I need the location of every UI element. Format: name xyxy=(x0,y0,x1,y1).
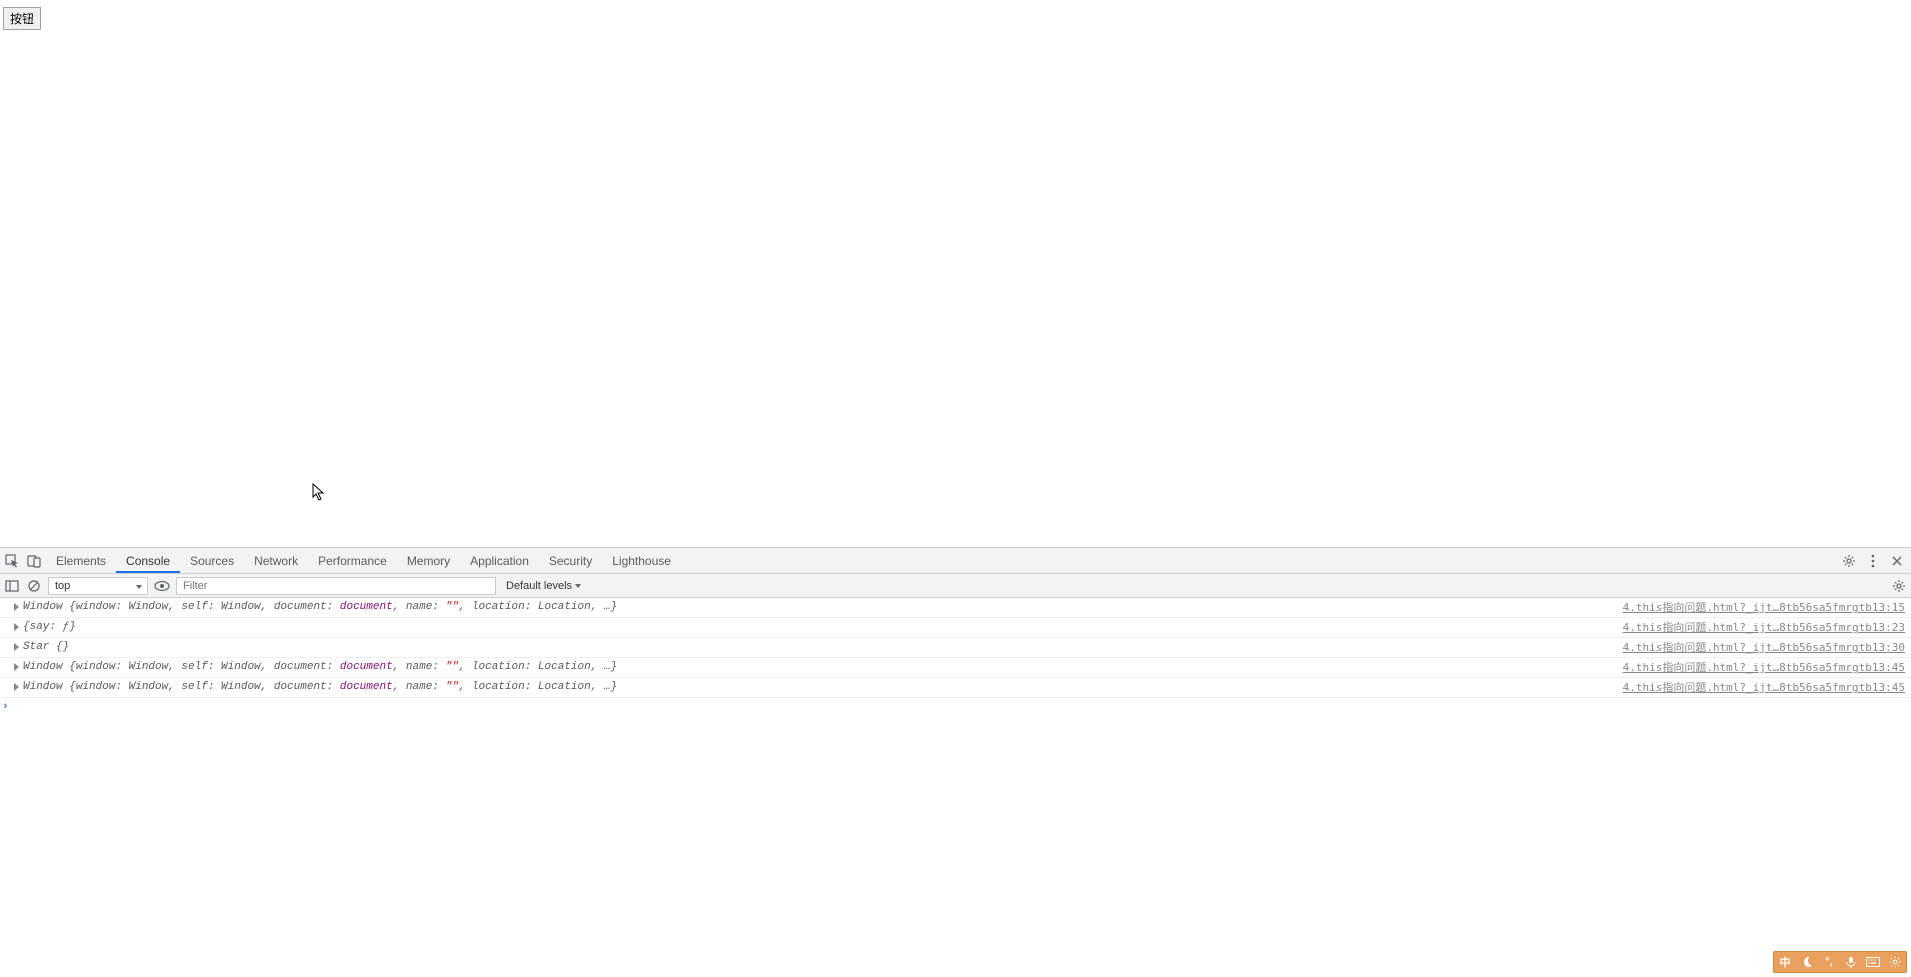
ime-punct-icon[interactable]: °, xyxy=(1821,954,1837,970)
console-message[interactable]: Window {window: Window, self: Window, do… xyxy=(14,659,1623,676)
ime-moon-icon[interactable] xyxy=(1799,954,1815,970)
ime-mode-toggle[interactable]: 中 xyxy=(1777,954,1793,970)
device-toolbar-icon[interactable] xyxy=(26,553,42,569)
console-message[interactable]: Window {window: Window, self: Window, do… xyxy=(14,599,1623,616)
devtools-tabbar: ElementsConsoleSourcesNetworkPerformance… xyxy=(0,548,1911,574)
log-levels-selector[interactable]: Default levels xyxy=(502,580,585,592)
tab-lighthouse[interactable]: Lighthouse xyxy=(602,549,681,573)
console-message[interactable]: Star {} xyxy=(14,639,1623,656)
expand-triangle-icon[interactable] xyxy=(14,663,19,671)
console-message[interactable]: {say: ƒ} xyxy=(14,619,1623,636)
expand-triangle-icon[interactable] xyxy=(14,643,19,651)
expand-triangle-icon[interactable] xyxy=(14,623,19,631)
tab-memory[interactable]: Memory xyxy=(397,549,460,573)
devtools-panel: ElementsConsoleSourcesNetworkPerformance… xyxy=(0,547,1911,977)
more-menu-icon[interactable] xyxy=(1865,553,1881,569)
sidebar-toggle-icon[interactable] xyxy=(4,578,20,594)
expand-triangle-icon[interactable] xyxy=(14,603,19,611)
tab-elements[interactable]: Elements xyxy=(46,549,116,573)
console-row: Window {window: Window, self: Window, do… xyxy=(0,598,1911,618)
inspect-element-icon[interactable] xyxy=(4,553,20,569)
console-source-link[interactable]: 4.this指向问题.html?_ijt…8tb56sa5fmrgtb13:45 xyxy=(1623,679,1907,696)
console-source-link[interactable]: 4.this指向问题.html?_ijt…8tb56sa5fmrgtb13:15 xyxy=(1623,599,1907,616)
console-source-link[interactable]: 4.this指向问题.html?_ijt…8tb56sa5fmrgtb13:30 xyxy=(1623,639,1907,656)
ime-mic-icon[interactable] xyxy=(1843,954,1859,970)
console-message[interactable]: Window {window: Window, self: Window, do… xyxy=(14,679,1623,696)
execution-context-value: top xyxy=(55,580,70,592)
log-levels-label: Default levels xyxy=(506,580,572,592)
console-filter-input[interactable] xyxy=(176,577,496,595)
execution-context-selector[interactable]: top xyxy=(48,577,148,595)
tab-performance[interactable]: Performance xyxy=(308,549,397,573)
ime-toolbar: 中 °, xyxy=(1773,951,1907,973)
console-row: Window {window: Window, self: Window, do… xyxy=(0,658,1911,678)
console-prompt[interactable]: › xyxy=(0,698,1911,700)
tab-console[interactable]: Console xyxy=(116,549,180,573)
live-expression-icon[interactable] xyxy=(154,578,170,594)
ime-settings-icon[interactable] xyxy=(1887,954,1903,970)
prompt-caret-icon: › xyxy=(2,699,9,716)
tab-sources[interactable]: Sources xyxy=(180,549,244,573)
mouse-cursor-icon xyxy=(312,483,326,501)
page-viewport: 按钮 xyxy=(0,0,1911,547)
console-source-link[interactable]: 4.this指向问题.html?_ijt…8tb56sa5fmrgtb13:45 xyxy=(1623,659,1907,676)
page-button[interactable]: 按钮 xyxy=(3,7,41,30)
settings-gear-icon[interactable] xyxy=(1841,553,1857,569)
tab-security[interactable]: Security xyxy=(539,549,602,573)
tab-application[interactable]: Application xyxy=(460,549,539,573)
close-devtools-icon[interactable] xyxy=(1889,553,1905,569)
console-settings-icon[interactable] xyxy=(1891,578,1907,594)
console-row: {say: ƒ}4.this指向问题.html?_ijt…8tb56sa5fmr… xyxy=(0,618,1911,638)
console-toolbar: top Default levels xyxy=(0,574,1911,598)
console-row: Star {}4.this指向问题.html?_ijt…8tb56sa5fmrg… xyxy=(0,638,1911,658)
clear-console-icon[interactable] xyxy=(26,578,42,594)
expand-triangle-icon[interactable] xyxy=(14,683,19,691)
console-output: Window {window: Window, self: Window, do… xyxy=(0,598,1911,977)
ime-keyboard-icon[interactable] xyxy=(1865,954,1881,970)
tab-network[interactable]: Network xyxy=(244,549,308,573)
console-row: Window {window: Window, self: Window, do… xyxy=(0,678,1911,698)
console-source-link[interactable]: 4.this指向问题.html?_ijt…8tb56sa5fmrgtb13:23 xyxy=(1623,619,1907,636)
